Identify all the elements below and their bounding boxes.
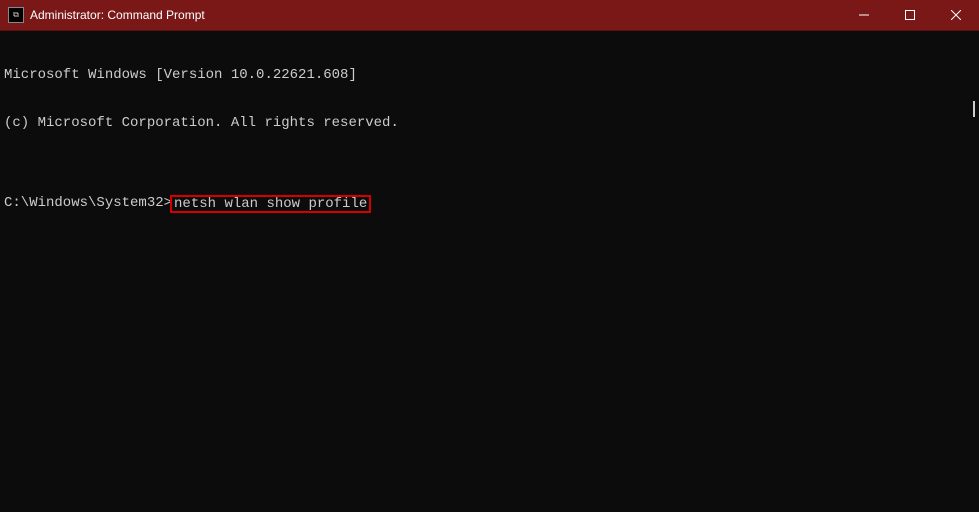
terminal-area[interactable]: Microsoft Windows [Version 10.0.22621.60… bbox=[0, 31, 979, 512]
minimize-icon bbox=[859, 10, 869, 20]
app-icon-glyph: ⧉ bbox=[13, 11, 19, 19]
titlebar[interactable]: ⧉ Administrator: Command Prompt bbox=[0, 0, 979, 31]
close-button[interactable] bbox=[933, 0, 979, 30]
prompt-path: C:\Windows\System32> bbox=[4, 195, 172, 211]
output-line-version: Microsoft Windows [Version 10.0.22621.60… bbox=[4, 67, 975, 83]
maximize-button[interactable] bbox=[887, 0, 933, 30]
command-prompt-window: ⧉ Administrator: Command Prompt Microsof… bbox=[0, 0, 979, 512]
window-controls bbox=[841, 0, 979, 30]
window-title: Administrator: Command Prompt bbox=[30, 8, 205, 22]
scrollbar-thumb[interactable] bbox=[973, 101, 975, 117]
output-line-copyright: (c) Microsoft Corporation. All rights re… bbox=[4, 115, 975, 131]
prompt-line: C:\Windows\System32>netsh wlan show prof… bbox=[4, 195, 975, 213]
command-input[interactable]: netsh wlan show profile bbox=[170, 195, 371, 213]
app-icon: ⧉ bbox=[8, 7, 24, 23]
close-icon bbox=[951, 10, 961, 20]
maximize-icon bbox=[905, 10, 915, 20]
minimize-button[interactable] bbox=[841, 0, 887, 30]
